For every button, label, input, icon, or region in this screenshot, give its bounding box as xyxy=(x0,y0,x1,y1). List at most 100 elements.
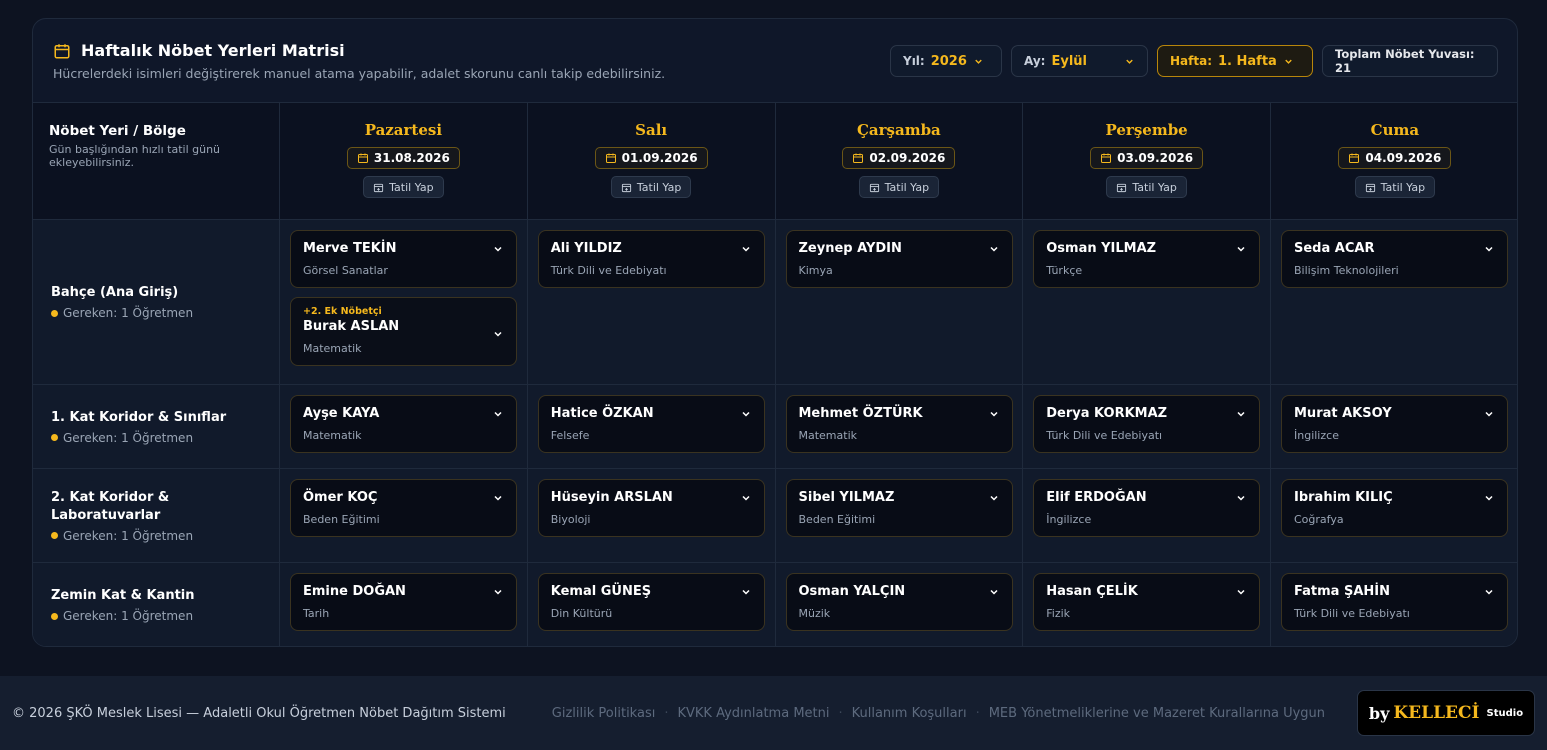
teacher-branch: İngilizce xyxy=(1294,429,1339,442)
make-holiday-button[interactable]: Tatil Yap xyxy=(1106,176,1187,198)
teacher-select[interactable]: Ibrahim KILIÇ Coğrafya xyxy=(1281,479,1508,537)
teacher-select[interactable]: Ayşe KAYA Matematik xyxy=(290,395,517,453)
day-date-text: 04.09.2026 xyxy=(1365,151,1442,165)
calendar-icon xyxy=(1101,153,1112,163)
teacher-name: Ibrahim KILIÇ xyxy=(1294,490,1393,505)
chevron-down-icon xyxy=(494,411,502,417)
make-holiday-button[interactable]: Tatil Yap xyxy=(610,176,692,198)
duty-cell: Derya KORKMAZ Türk Dili ve Edebiyatı xyxy=(1023,385,1271,468)
teacher-name: Kemal GÜNEŞ xyxy=(550,584,652,599)
teacher-select[interactable]: Ömer KOÇ Beden Eğitimi xyxy=(290,479,517,537)
extra-teacher-select[interactable]: +2. Ek Nöbetçi Burak ASLAN Matematik xyxy=(290,297,517,366)
teacher-name: Merve TEKİN xyxy=(303,241,397,256)
teacher-select[interactable]: Derya KORKMAZ Türk Dili ve Edebiyatı xyxy=(1033,395,1261,453)
calendar-plus-icon xyxy=(1117,183,1127,192)
footer-link-privacy[interactable]: Gizlilik Politikası xyxy=(552,706,656,721)
footer-separator: · xyxy=(838,705,843,721)
table-row: Bahçe (Ana Giriş) Gereken: 1 Öğretmen Me… xyxy=(33,220,1517,385)
zone-requirement: Gereken: 1 Öğretmen xyxy=(51,306,261,320)
chevron-down-icon xyxy=(494,246,502,252)
page-footer: © 2026 ŞKÖ Meslek Lisesi — Adaletli Okul… xyxy=(0,676,1547,750)
week-select[interactable]: Hafta: 1. Hafta xyxy=(1157,45,1313,77)
month-select[interactable]: Ay: Eylül xyxy=(1011,45,1148,77)
make-holiday-label: Tatil Yap xyxy=(389,180,434,194)
duty-cell: Emine DOĞAN Tarih xyxy=(280,563,528,646)
teacher-name: Zeynep AYDIN xyxy=(798,241,902,256)
teacher-name: Hasan ÇELİK xyxy=(1046,584,1138,599)
duty-cell: Zeynep AYDIN Kimya xyxy=(776,220,1024,384)
teacher-branch: Türkçe xyxy=(1046,264,1083,277)
chevron-down-icon xyxy=(1485,411,1493,417)
chevron-down-icon xyxy=(742,589,750,595)
table-header-row: Nöbet Yeri / Bölge Gün başlığından hızlı… xyxy=(33,103,1517,220)
month-label: Ay: xyxy=(1024,54,1046,68)
teacher-select[interactable]: Emine DOĞAN Tarih xyxy=(290,573,517,631)
teacher-branch: Türk Dili ve Edebiyatı xyxy=(1294,607,1410,620)
chevron-down-icon xyxy=(1485,495,1493,501)
make-holiday-label: Tatil Yap xyxy=(1132,180,1177,194)
teacher-select[interactable]: Hasan ÇELİK Fizik xyxy=(1033,573,1261,631)
year-select[interactable]: Yıl: 2026 xyxy=(890,45,1002,77)
teacher-select[interactable]: Sibel YILMAZ Beden Eğitimi xyxy=(785,479,1013,537)
teacher-name: Emine DOĞAN xyxy=(303,584,406,599)
duty-cell: Elif ERDOĞAN İngilizce xyxy=(1023,469,1271,562)
make-holiday-button[interactable]: Tatil Yap xyxy=(858,176,940,198)
week-label: Hafta: xyxy=(1170,54,1212,68)
chevron-down-icon xyxy=(742,246,750,252)
day-name: Çarşamba xyxy=(856,121,941,139)
chevron-down-icon xyxy=(975,59,982,64)
teacher-name: Ayşe KAYA xyxy=(303,406,380,421)
teacher-select[interactable]: Mehmet ÖZTÜRK Matematik xyxy=(785,395,1013,453)
teacher-branch: Din Kültürü xyxy=(550,607,613,620)
teacher-name: Ali YILDIZ xyxy=(550,241,622,256)
duty-cell: Ayşe KAYA Matematik xyxy=(280,385,528,468)
chevron-down-icon xyxy=(494,331,502,337)
chevron-down-icon xyxy=(989,411,998,417)
duty-matrix-panel: Haftalık Nöbet Yerleri Matrisi Hücrelerd… xyxy=(32,18,1518,647)
calendar-icon xyxy=(605,153,616,163)
day-date-text: 31.08.2026 xyxy=(373,151,450,165)
teacher-select[interactable]: Elif ERDOĞAN İngilizce xyxy=(1033,479,1261,537)
teacher-select[interactable]: Murat AKSOY İngilizce xyxy=(1281,395,1508,453)
year-value: 2026 xyxy=(930,53,967,69)
footer-link-kvkk[interactable]: KVKK Aydınlatma Metni xyxy=(677,706,829,721)
status-dot-icon xyxy=(51,612,58,620)
teacher-select[interactable]: Kemal GÜNEŞ Din Kültürü xyxy=(537,573,765,631)
zone-name: 1. Kat Koridor & Sınıflar xyxy=(51,409,227,425)
teacher-name: Derya KORKMAZ xyxy=(1046,406,1168,421)
teacher-select[interactable]: Hüseyin ARSLAN Biyoloji xyxy=(537,479,765,537)
brand-logo[interactable]: by KELLECİ Studio xyxy=(1357,690,1535,736)
zone-name: Zemin Kat & Kantin xyxy=(51,588,195,603)
teacher-select[interactable]: Fatma ŞAHİN Türk Dili ve Edebiyatı xyxy=(1281,573,1508,631)
corner-cell: Nöbet Yeri / Bölge Gün başlığından hızlı… xyxy=(33,103,280,219)
teacher-select[interactable]: Ali YILDIZ Türk Dili ve Edebiyatı xyxy=(537,230,765,288)
footer-copyright: © 2026 ŞKÖ Meslek Lisesi — Adaletli Okul… xyxy=(12,705,506,721)
chevron-down-icon xyxy=(1285,59,1292,64)
footer-links: Gizlilik Politikası · KVKK Aydınlatma Me… xyxy=(552,706,1325,721)
footer-link-terms[interactable]: Kullanım Koşulları xyxy=(852,706,967,721)
make-holiday-label: Tatil Yap xyxy=(884,180,930,194)
teacher-select[interactable]: Zeynep AYDIN Kimya xyxy=(785,230,1013,288)
teacher-select[interactable]: Seda ACAR Bilişim Teknolojileri xyxy=(1281,230,1508,288)
teacher-select[interactable]: Merve TEKİN Görsel Sanatlar xyxy=(290,230,517,288)
teacher-name: Burak ASLAN xyxy=(303,319,400,334)
chevron-down-icon xyxy=(1126,59,1133,64)
make-holiday-label: Tatil Yap xyxy=(1380,180,1426,194)
duty-cell: Hasan ÇELİK Fizik xyxy=(1023,563,1271,646)
chevron-down-icon xyxy=(989,495,998,501)
teacher-select[interactable]: Osman YILMAZ Türkçe xyxy=(1033,230,1261,288)
make-holiday-button[interactable]: Tatil Yap xyxy=(1354,176,1436,198)
teacher-name: Ömer KOÇ xyxy=(303,490,378,505)
status-dot-icon xyxy=(51,309,58,317)
make-holiday-button[interactable]: Tatil Yap xyxy=(363,176,444,198)
day-date-text: 02.09.2026 xyxy=(869,151,946,165)
chevron-down-icon xyxy=(742,411,750,417)
teacher-select[interactable]: Osman YALÇIN Müzik xyxy=(785,573,1013,631)
duty-cell: Hüseyin ARSLAN Biyoloji xyxy=(528,469,776,562)
duty-cell: Ömer KOÇ Beden Eğitimi xyxy=(280,469,528,562)
footer-link-meb[interactable]: MEB Yönetmeliklerine ve Mazeret Kurallar… xyxy=(989,706,1325,721)
teacher-name: Osman YILMAZ xyxy=(1046,241,1157,256)
teacher-branch: Matematik xyxy=(798,429,858,442)
teacher-branch: Kimya xyxy=(798,264,833,277)
teacher-select[interactable]: Hatice ÖZKAN Felsefe xyxy=(537,395,765,453)
